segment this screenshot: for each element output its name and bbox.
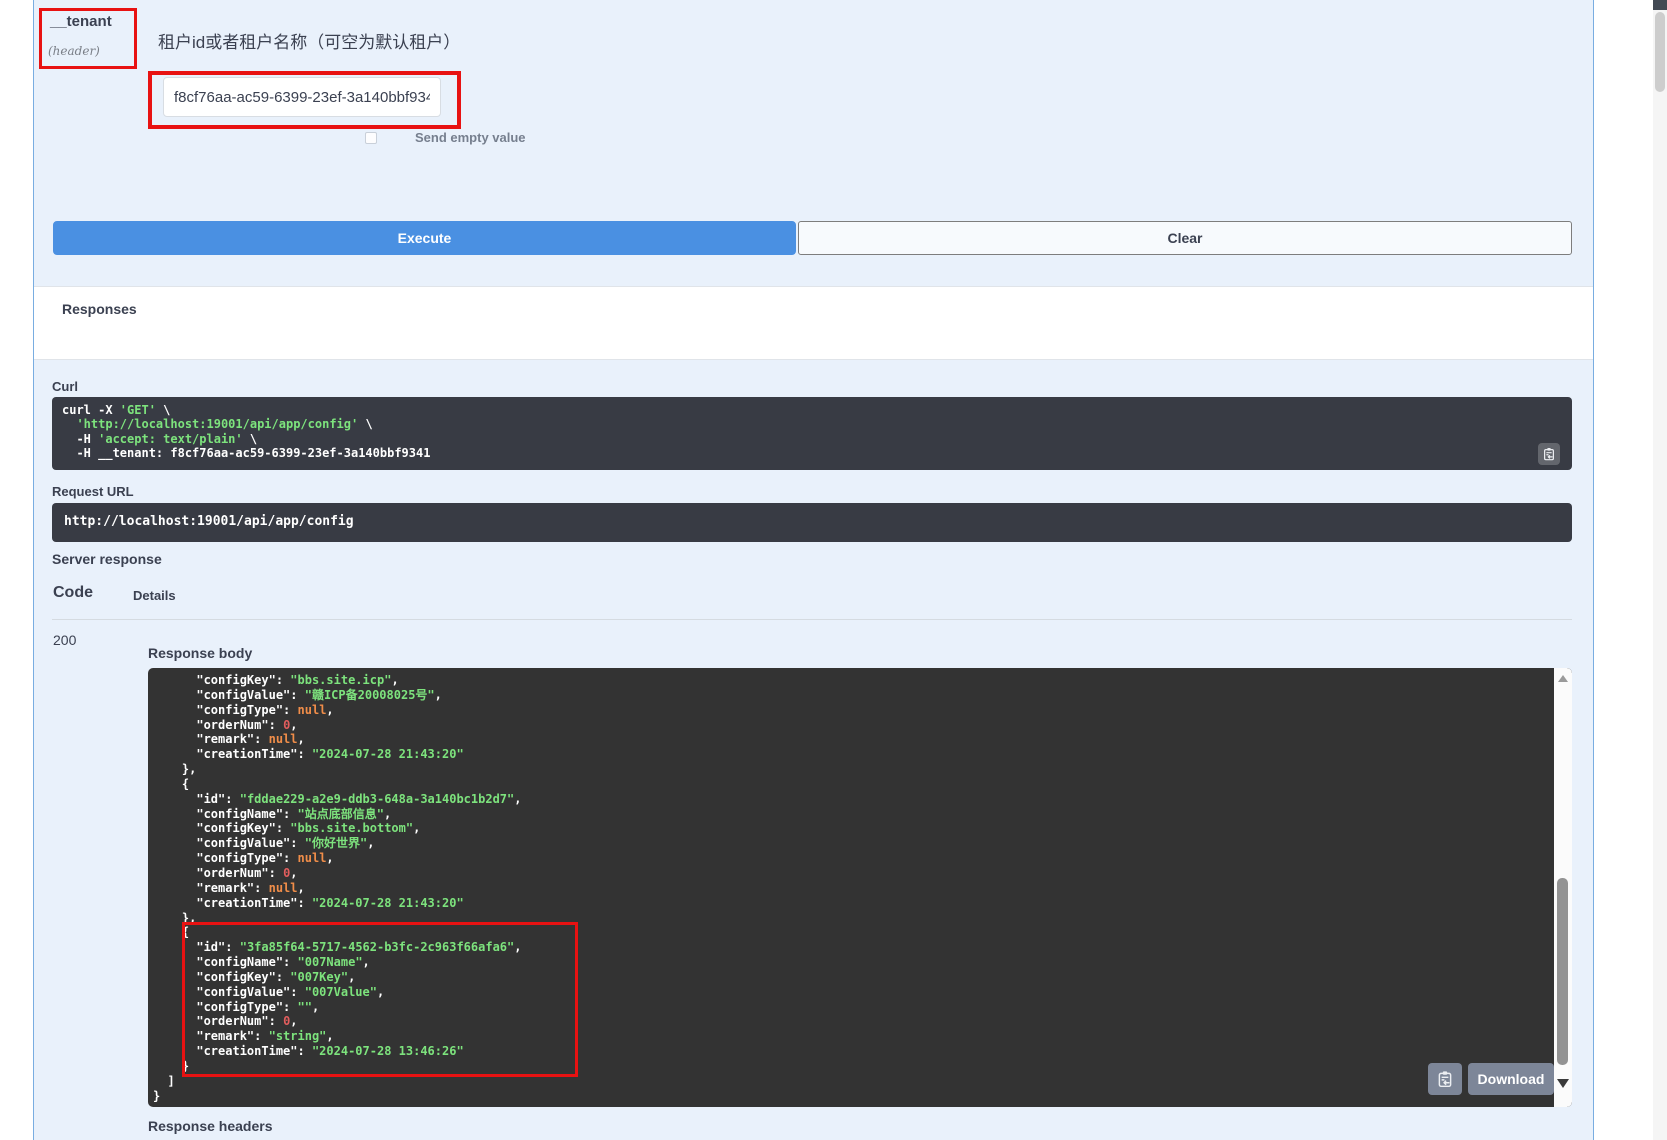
scroll-up-arrow-icon[interactable] <box>1558 675 1568 682</box>
tenant-input[interactable] <box>163 77 441 117</box>
responses-title: Responses <box>62 301 137 317</box>
curl-label: Curl <box>52 379 78 394</box>
response-body-label: Response body <box>148 645 252 661</box>
scrollbar-thumb[interactable] <box>1557 878 1568 1065</box>
curl-command: curl -X 'GET' \ 'http://localhost:19001/… <box>62 403 430 461</box>
parameter-location: (header) <box>48 44 100 58</box>
response-body-scrollbar[interactable] <box>1554 668 1572 1107</box>
clear-button-label: Clear <box>1167 230 1202 246</box>
execute-button-label: Execute <box>398 230 452 246</box>
response-copy-button[interactable] <box>1428 1063 1462 1095</box>
response-body-block: "configKey": "bbs.site.icp", "configValu… <box>148 668 1572 1107</box>
parameter-name: __tenant <box>50 13 112 30</box>
details-column-header: Details <box>133 588 176 603</box>
responses-header-band <box>34 286 1593 360</box>
server-response-label: Server response <box>52 551 162 567</box>
send-empty-value-checkbox[interactable] <box>365 132 377 144</box>
swagger-operation-page: __tenant (header) 租户id或者租户名称（可空为默认租户） Se… <box>0 0 1667 1140</box>
download-button[interactable]: Download <box>1468 1063 1554 1095</box>
curl-block: curl -X 'GET' \ 'http://localhost:19001/… <box>52 397 1572 470</box>
clipboard-icon <box>1542 447 1556 461</box>
response-headers-label: Response headers <box>148 1118 273 1134</box>
parameter-description: 租户id或者租户名称（可空为默认租户） <box>158 28 460 53</box>
download-button-label: Download <box>1478 1071 1545 1087</box>
browser-scrollbar-thumb[interactable] <box>1655 12 1665 92</box>
browser-scrollbar[interactable] <box>1653 0 1667 1140</box>
response-body-json: "configKey": "bbs.site.icp", "configValu… <box>153 673 522 1103</box>
scroll-down-arrow-icon[interactable] <box>1557 1079 1569 1088</box>
execute-button[interactable]: Execute <box>53 221 796 255</box>
request-url-value: http://localhost:19001/api/app/config <box>64 514 354 529</box>
curl-copy-button[interactable] <box>1538 443 1560 465</box>
clear-button[interactable]: Clear <box>798 221 1572 255</box>
code-column-header: Code <box>53 584 93 602</box>
clipboard-icon <box>1436 1070 1454 1088</box>
status-code: 200 <box>53 632 76 648</box>
request-url-label: Request URL <box>52 484 134 499</box>
send-empty-value-label: Send empty value <box>415 130 526 145</box>
request-url-block: http://localhost:19001/api/app/config <box>52 503 1572 542</box>
table-divider <box>52 619 1572 620</box>
browser-scrollbar-top-button[interactable] <box>1653 0 1667 10</box>
